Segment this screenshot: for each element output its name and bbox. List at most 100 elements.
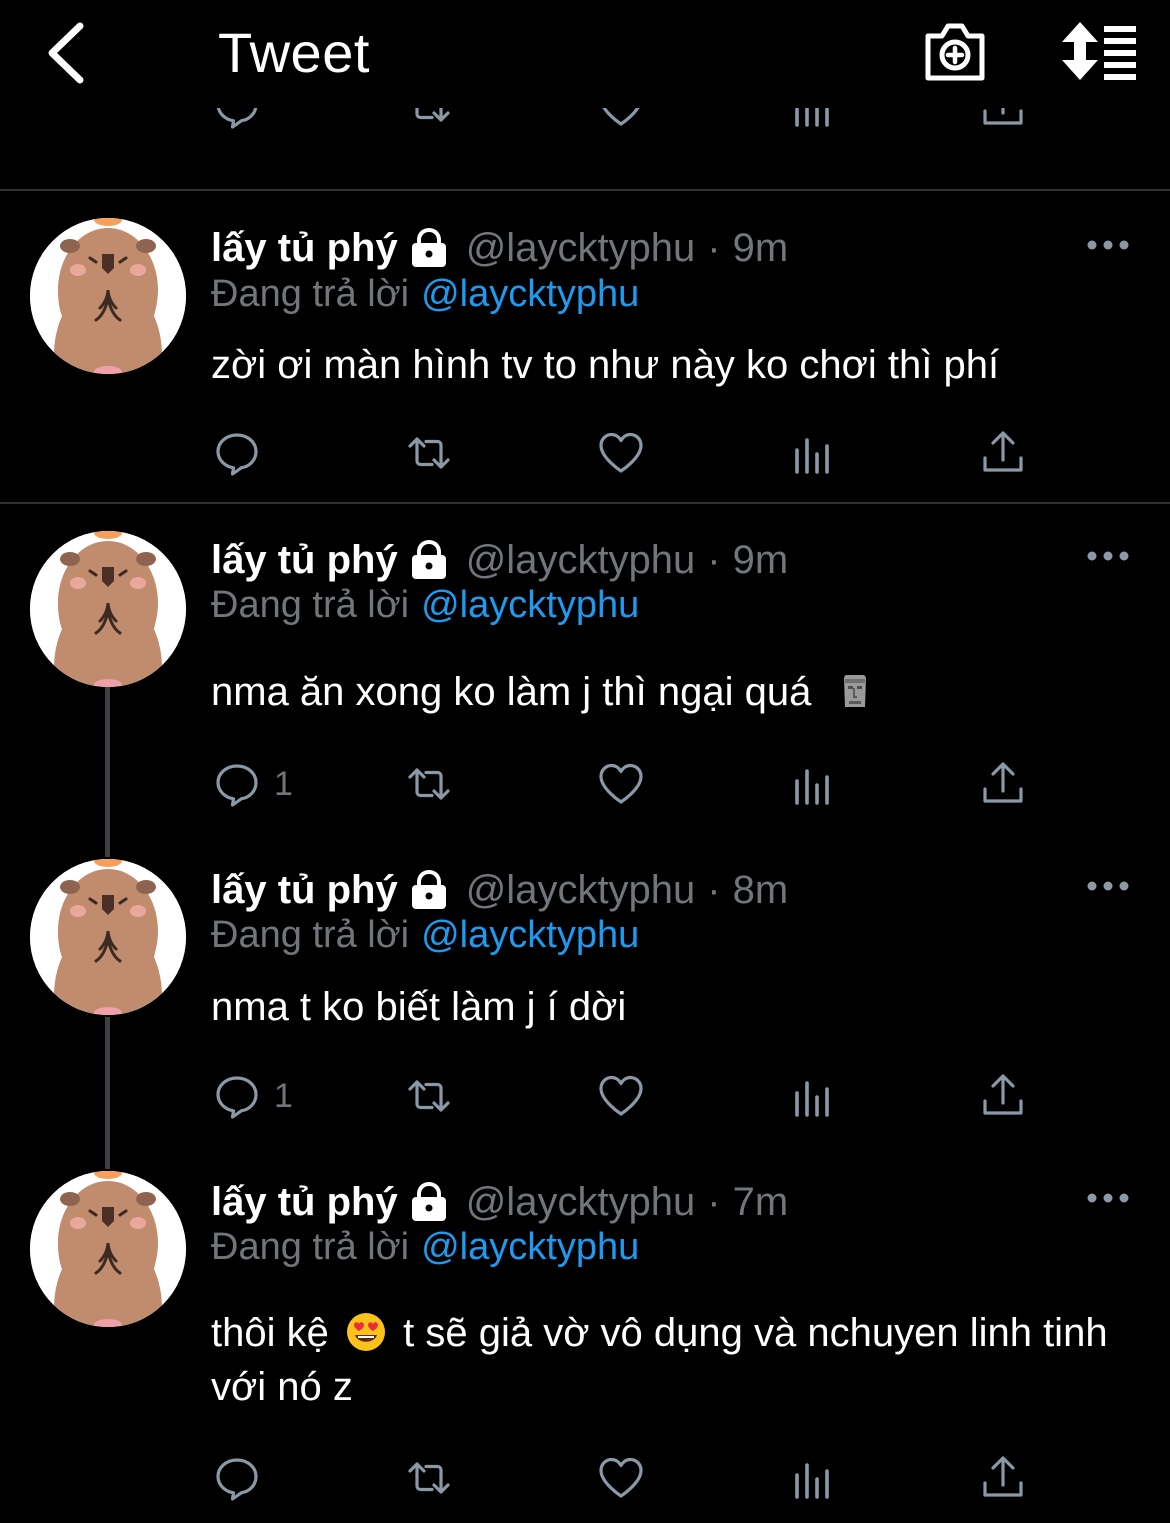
avatar[interactable] (30, 531, 186, 687)
tweet-actions (0, 423, 1170, 483)
retweet-icon (404, 1071, 454, 1121)
avatar[interactable] (30, 859, 186, 1015)
retweet-icon (404, 428, 454, 478)
back-arrow-icon[interactable] (36, 20, 100, 86)
page-title: Tweet (218, 21, 370, 84)
tweet-text: zời ơi màn hình tv to như này ko chơi th… (211, 343, 1000, 387)
separator-dot: · (707, 867, 721, 912)
share-icon (978, 1453, 1028, 1503)
timestamp: 8m (732, 867, 789, 912)
lock-icon (408, 539, 450, 581)
retweet-button[interactable] (404, 423, 454, 483)
views-button[interactable] (788, 1066, 838, 1126)
like-icon (596, 1453, 646, 1503)
avatar[interactable] (30, 1171, 186, 1327)
retweet-button[interactable] (404, 754, 454, 814)
user-handle[interactable]: @laycktyphu (466, 868, 696, 913)
reply-icon (212, 1071, 262, 1121)
tweet[interactable]: lấy tủ phý @laycktyphu · 7m Đang trả lời… (0, 1146, 1170, 1523)
reply-button[interactable]: 1 (212, 1066, 293, 1126)
share-icon[interactable] (978, 108, 1028, 136)
replying-to-label: Đang trả lời (211, 914, 410, 956)
camera-plus-icon[interactable] (920, 18, 990, 84)
replying-to-handle[interactable]: @laycktyphu (421, 273, 639, 315)
separator-dot: · (707, 1179, 721, 1224)
replying-to-handle[interactable]: @laycktyphu (421, 914, 639, 956)
tweet-text: thôi kệ t sẽ giả vờ vô dụng và nchuyen l… (211, 1306, 1131, 1414)
like-icon (596, 759, 646, 809)
replying-to-label: Đang trả lời (211, 1226, 410, 1268)
display-name[interactable]: lấy tủ phý (211, 1180, 398, 1225)
display-name[interactable]: lấy tủ phý (211, 538, 398, 583)
replying-to-label: Đang trả lời (211, 584, 410, 626)
views-icon (788, 1453, 838, 1503)
reply-icon (212, 428, 262, 478)
more-icon[interactable] (1086, 235, 1130, 255)
tweet-header: lấy tủ phý @laycktyphu · 9m (211, 221, 788, 275)
retweet-icon (404, 759, 454, 809)
sort-icon[interactable] (1058, 20, 1138, 82)
share-button[interactable] (978, 423, 1028, 483)
reply-button[interactable] (212, 1448, 274, 1508)
views-button[interactable] (788, 423, 838, 483)
replying-to: Đang trả lời @laycktyphu (211, 273, 639, 316)
tweet-text-content: nma ăn xong ko làm j thì ngại quá (211, 670, 812, 714)
like-button[interactable] (596, 423, 646, 483)
tweet-header: lấy tủ phý @laycktyphu · 9m (211, 533, 788, 587)
avatar[interactable] (30, 218, 186, 374)
separator-dot: · (707, 225, 721, 270)
like-button[interactable] (596, 754, 646, 814)
lock-icon (408, 869, 450, 911)
more-icon[interactable] (1086, 1188, 1130, 1208)
replying-to: Đang trả lời @laycktyphu (211, 914, 639, 957)
separator-dot: · (707, 537, 721, 582)
replying-to-handle[interactable]: @laycktyphu (421, 1226, 639, 1268)
share-button[interactable] (978, 1448, 1028, 1508)
previous-tweet-actions (0, 108, 1170, 190)
reply-icon (212, 759, 262, 809)
views-icon (788, 759, 838, 809)
replying-to-label: Đang trả lời (211, 273, 410, 315)
tweet-header: lấy tủ phý @laycktyphu · 7m (211, 1175, 788, 1229)
timestamp: 7m (732, 1179, 789, 1224)
views-button[interactable] (788, 1448, 838, 1508)
replying-to: Đang trả lời @laycktyphu (211, 1226, 639, 1269)
display-name[interactable]: lấy tủ phý (211, 868, 398, 913)
reply-count: 1 (274, 764, 293, 803)
tweet-text-start: thôi kệ (211, 1311, 329, 1355)
retweet-button[interactable] (404, 1066, 454, 1126)
lock-icon (408, 1181, 450, 1223)
tweet-actions: 1 (0, 1066, 1170, 1126)
reply-icon[interactable] (212, 108, 262, 136)
tweet[interactable]: lấy tủ phý @laycktyphu · 9m Đang trả lời… (0, 504, 1170, 834)
display-name[interactable]: lấy tủ phý (211, 226, 398, 271)
user-handle[interactable]: @laycktyphu (466, 1180, 696, 1225)
share-button[interactable] (978, 754, 1028, 814)
replying-to: Đang trả lời @laycktyphu (211, 584, 639, 627)
share-icon (978, 428, 1028, 478)
replying-to-handle[interactable]: @laycktyphu (421, 584, 639, 626)
views-button[interactable] (788, 754, 838, 814)
heart-eyes-emoji (346, 1312, 386, 1352)
reply-button[interactable]: 1 (212, 754, 293, 814)
views-icon[interactable] (788, 108, 838, 136)
more-icon[interactable] (1086, 546, 1130, 566)
like-icon (596, 1071, 646, 1121)
reply-button[interactable] (212, 423, 274, 483)
share-button[interactable] (978, 1066, 1028, 1126)
timestamp: 9m (732, 225, 789, 270)
tweet[interactable]: lấy tủ phý @laycktyphu · 9m Đang trả lời… (0, 191, 1170, 503)
tweet[interactable]: lấy tủ phý @laycktyphu · 8m Đang trả lời… (0, 834, 1170, 1146)
views-icon (788, 1071, 838, 1121)
retweet-icon (404, 1453, 454, 1503)
retweet-icon[interactable] (404, 108, 454, 136)
share-icon (978, 759, 1028, 809)
user-handle[interactable]: @laycktyphu (466, 226, 696, 271)
top-bar: Tweet (0, 0, 1170, 108)
more-icon[interactable] (1086, 876, 1130, 896)
like-icon[interactable] (596, 108, 646, 136)
like-button[interactable] (596, 1448, 646, 1508)
like-button[interactable] (596, 1066, 646, 1126)
user-handle[interactable]: @laycktyphu (466, 538, 696, 583)
retweet-button[interactable] (404, 1448, 454, 1508)
